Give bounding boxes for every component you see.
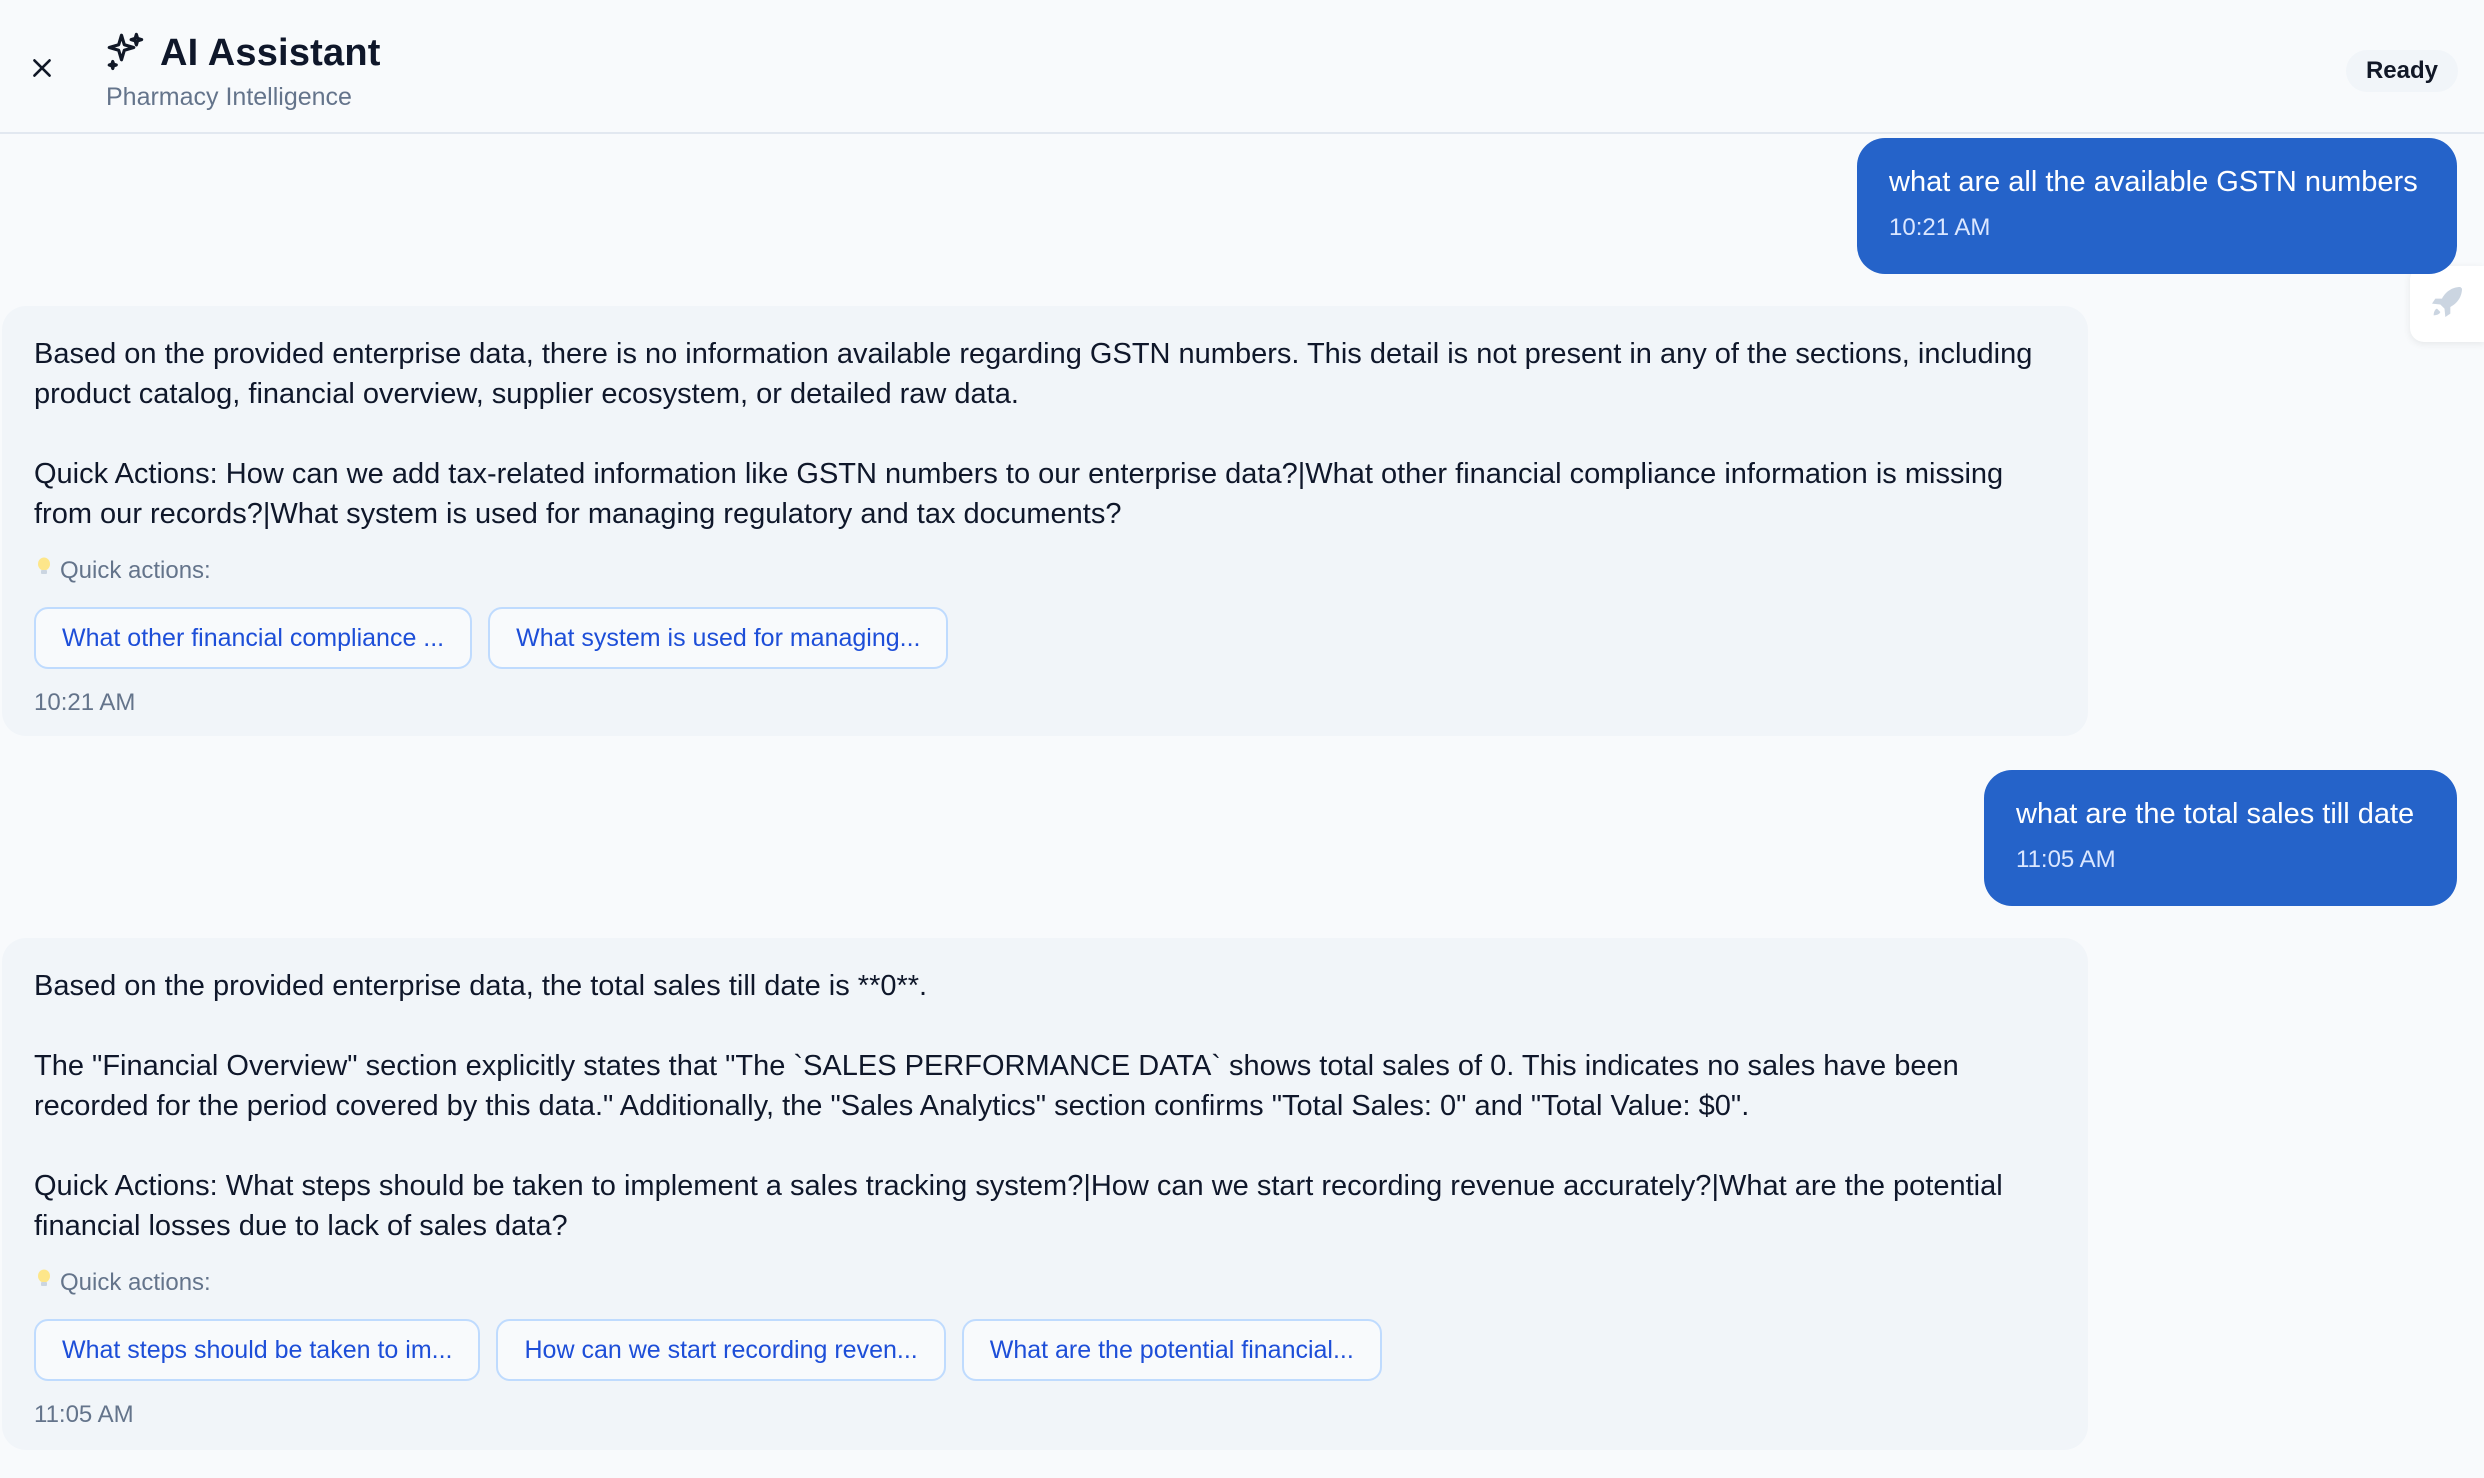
lightbulb-icon bbox=[34, 556, 54, 585]
user-message: what are all the available GSTN numbers … bbox=[1857, 138, 2457, 274]
message-time: 11:05 AM bbox=[34, 1401, 134, 1428]
user-message: what are the total sales till date 11:05… bbox=[1984, 770, 2457, 906]
assistant-paragraph: Based on the provided enterprise data, t… bbox=[34, 338, 2033, 410]
close-button[interactable] bbox=[22, 50, 62, 90]
message-time: 11:05 AM bbox=[2016, 846, 2116, 873]
assistant-message: Based on the provided enterprise data, t… bbox=[2, 306, 2088, 736]
message-time: 10:21 AM bbox=[34, 689, 136, 716]
quick-action-chip[interactable]: How can we start recording reven... bbox=[496, 1319, 946, 1381]
title-row: AI Assistant bbox=[104, 30, 381, 77]
sparkle-icon bbox=[104, 30, 146, 77]
user-message-text: what are all the available GSTN numbers bbox=[1889, 166, 2418, 198]
user-message-text: what are the total sales till date bbox=[2016, 798, 2415, 830]
quick-actions-label: Quick actions: bbox=[34, 1268, 2056, 1297]
assistant-paragraph: Based on the provided enterprise data, t… bbox=[34, 970, 928, 1002]
quick-action-chip[interactable]: What system is used for managing... bbox=[488, 607, 949, 669]
quick-actions-label: Quick actions: bbox=[34, 556, 2056, 585]
rocket-icon[interactable] bbox=[2427, 282, 2467, 327]
quick-action-chip[interactable]: What steps should be taken to im... bbox=[34, 1319, 481, 1381]
side-launcher-button[interactable] bbox=[2410, 266, 2484, 342]
page-subtitle: Pharmacy Intelligence bbox=[106, 83, 352, 111]
status-badge: Ready bbox=[2345, 50, 2458, 92]
quick-action-chip[interactable]: What are the potential financial... bbox=[961, 1319, 1382, 1381]
quick-action-chip[interactable]: What other financial compliance ... bbox=[34, 607, 473, 669]
chat-header: AI Assistant Pharmacy Intelligence Ready bbox=[0, 0, 2484, 134]
lightbulb-icon bbox=[34, 1268, 54, 1297]
assistant-paragraph: The "Financial Overview" section explici… bbox=[34, 1050, 1959, 1122]
quick-actions-row: What steps should be taken to im... How … bbox=[34, 1319, 2056, 1381]
assistant-paragraph: Quick Actions: What steps should be take… bbox=[34, 1170, 2003, 1242]
assistant-paragraph: Quick Actions: How can we add tax-relate… bbox=[34, 458, 2004, 530]
quick-actions-row: What other financial compliance ... What… bbox=[34, 607, 2056, 669]
message-time: 10:21 AM bbox=[1889, 214, 1991, 241]
page-title: AI Assistant bbox=[160, 32, 381, 74]
close-icon[interactable] bbox=[29, 55, 55, 86]
assistant-message: Based on the provided enterprise data, t… bbox=[2, 938, 2088, 1450]
